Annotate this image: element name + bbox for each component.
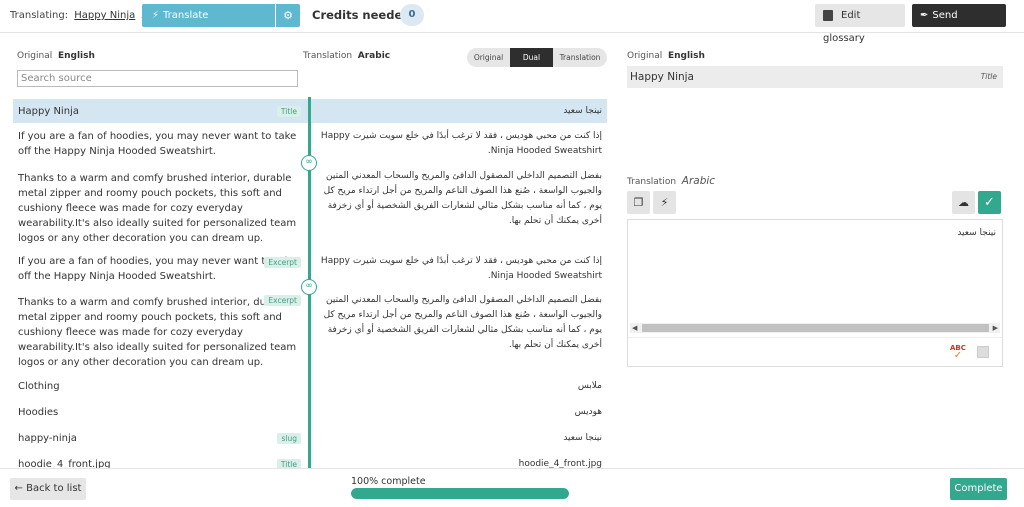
- bolt-icon: ⚡: [152, 10, 160, 21]
- cloud-upload-icon: ☁: [958, 196, 969, 209]
- edit-glossary-button[interactable]: Edit glossary: [815, 4, 905, 44]
- segment-source: Hoodies: [18, 407, 59, 418]
- translate-settings-button[interactable]: ⚙: [276, 4, 300, 27]
- save-cloud-button[interactable]: ☁: [952, 191, 975, 214]
- progress-label: 100% complete: [351, 476, 426, 487]
- credits-badge: 0: [400, 4, 424, 26]
- editor-translation-language: Arabic: [681, 175, 716, 187]
- segment-tag: Title: [276, 459, 301, 468]
- complete-button[interactable]: Complete: [950, 478, 1007, 500]
- editor-original-language: English: [667, 51, 705, 61]
- bolt-icon: ⚡: [660, 196, 669, 209]
- segment-source: If you are a fan of hoodies, you may nev…: [18, 131, 297, 157]
- segment-target: ملابس: [577, 381, 602, 391]
- segment-target: بفضل التصميم الداخلي المصقول الدافئ والم…: [323, 295, 602, 350]
- glossary-icon: [823, 9, 833, 21]
- progress-bar: [351, 488, 569, 499]
- editor-translation-header: Translation Arabic: [627, 175, 716, 187]
- back-to-list-button[interactable]: ← Back to list: [10, 478, 86, 500]
- translation-language: Arabic: [357, 51, 391, 61]
- link-icon[interactable]: ∞: [301, 279, 317, 295]
- scroll-right-icon[interactable]: ▶: [993, 323, 998, 333]
- segment-target: إذا كنت من محبي هوديس ، فقد لا ترغب أبدً…: [320, 256, 602, 281]
- auto-translate-segment-button[interactable]: ⚡: [653, 191, 676, 214]
- original-tag: Title: [980, 72, 997, 81]
- progress-fill: [351, 488, 569, 499]
- link-icon[interactable]: ∞: [301, 155, 317, 171]
- translate-automatically-button[interactable]: ⚡ Translate automatically: [142, 4, 275, 44]
- segment-source: Clothing: [18, 381, 60, 392]
- confirm-translation-button[interactable]: ✓: [978, 191, 1001, 214]
- view-mode-switch: Original Dual Translation: [467, 48, 607, 67]
- top-bar: Translating: Happy Ninja ↗ ⚡Translate au…: [0, 0, 1024, 44]
- segment-target: إذا كنت من محبي هوديس ، فقد لا ترغب أبدً…: [320, 131, 602, 156]
- segment-tag: Excerpt: [264, 257, 301, 268]
- segment-tag: Excerpt: [264, 295, 301, 306]
- view-original-button[interactable]: Original: [467, 48, 510, 67]
- search-source-input[interactable]: [17, 70, 298, 87]
- scroll-left-icon[interactable]: ◀: [632, 323, 637, 333]
- segment-source: hoodie_4_front.jpg: [18, 459, 111, 468]
- segment-tag: slug: [277, 433, 301, 444]
- segment-source: Thanks to a warm and comfy brushed inter…: [18, 297, 297, 368]
- credits-label: Credits needed: [312, 8, 411, 22]
- translate-automatically-label: Translate automatically: [152, 10, 221, 44]
- send-feedback-button[interactable]: ✒ Send feedback: [912, 4, 1006, 44]
- segment-source: Happy Ninja: [18, 106, 79, 117]
- segment-target: نينجا سعيد: [563, 433, 602, 443]
- editor-original-header: Original English: [627, 51, 705, 61]
- translation-column-header: Translation Arabic: [303, 51, 391, 61]
- editor-footer: ABC ✓: [628, 337, 1002, 366]
- original-language: English: [57, 51, 95, 61]
- pin-icon: ✒: [920, 10, 929, 21]
- segment-target: هوديس: [574, 407, 602, 417]
- translation-text[interactable]: نينجا سعيد: [957, 228, 996, 238]
- copy-source-button[interactable]: ❐: [627, 191, 650, 214]
- original-text-box: Happy Ninja Title: [627, 66, 1003, 88]
- segment-target: بفضل التصميم الداخلي المصقول الدافئ والم…: [323, 171, 602, 226]
- translation-editor[interactable]: نينجا سعيد ◀ ▶ ABC ✓: [627, 219, 1003, 367]
- original-column-header: Original English: [17, 51, 95, 61]
- view-dual-button[interactable]: Dual: [510, 48, 553, 67]
- segment-source: If you are a fan of hoodies, you may nev…: [18, 256, 297, 282]
- special-characters-icon[interactable]: [977, 346, 989, 358]
- segment-list: Happy Ninja Title نينجا سعيد If you are …: [13, 97, 607, 468]
- copy-icon: ❐: [633, 196, 644, 209]
- bottom-bar: ← Back to list 100% complete Complete: [0, 468, 1024, 507]
- segment-target: hoodie_4_front.jpg: [518, 459, 602, 468]
- translating-label: Translating:: [10, 10, 69, 21]
- view-translation-button[interactable]: Translation: [553, 48, 607, 67]
- spellcheck-icon[interactable]: ABC ✓: [950, 345, 966, 361]
- segment-target: نينجا سعيد: [563, 106, 602, 116]
- check-icon: ✓: [984, 195, 995, 210]
- horizontal-scrollbar[interactable]: ◀ ▶: [630, 323, 1000, 333]
- product-link[interactable]: Happy Ninja: [74, 10, 135, 21]
- gear-icon: ⚙: [283, 9, 293, 22]
- segment-tag: Title: [276, 106, 301, 117]
- translating-info: Translating: Happy Ninja ↗: [10, 10, 147, 21]
- segment-source: Thanks to a warm and comfy brushed inter…: [18, 173, 297, 244]
- segment-source: happy-ninja: [18, 433, 77, 444]
- scrollbar-thumb[interactable]: [642, 324, 989, 332]
- original-text: Happy Ninja: [630, 71, 694, 83]
